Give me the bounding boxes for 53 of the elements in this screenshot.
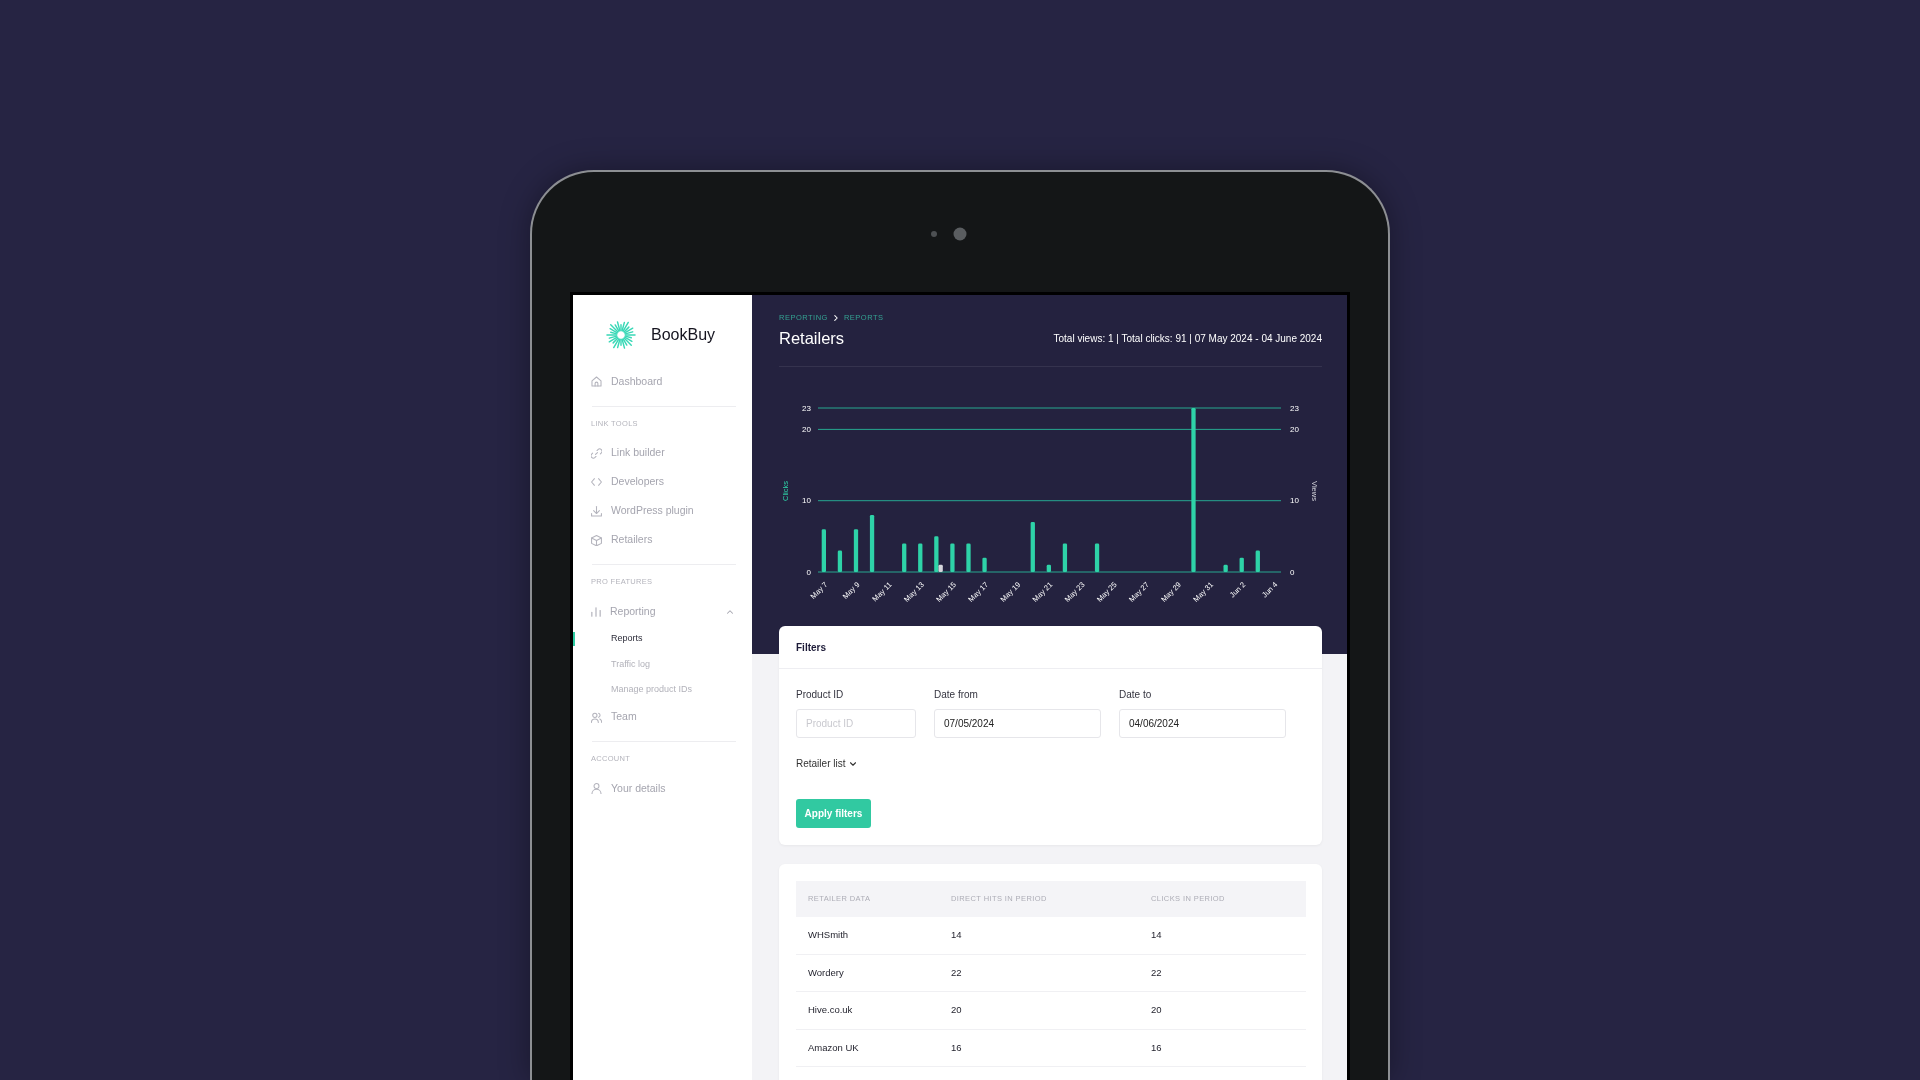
table-cell: 20: [1151, 1003, 1162, 1018]
nav-link[interactable]: Your details: [573, 774, 752, 803]
tick-label: 0: [1290, 567, 1295, 577]
table-cell: 14: [951, 928, 962, 943]
table-cell: 22: [1151, 965, 1162, 980]
table-cell: Amazon UK: [808, 1040, 859, 1055]
field-label: Date from: [934, 689, 979, 701]
nav-link[interactable]: Reporting: [573, 597, 752, 626]
table-cell: 16: [951, 1040, 962, 1055]
field-label: Date to: [1119, 689, 1153, 701]
page-title: Retailers: [779, 328, 845, 348]
tick-label: 23: [1290, 403, 1299, 413]
table-cell: WHSmith: [808, 928, 849, 943]
nav-link[interactable]: Dashboard: [573, 367, 752, 396]
tick-label: 20: [802, 425, 811, 435]
person-icon: [591, 783, 602, 794]
table-cell: 16: [1151, 1040, 1162, 1055]
nav-link[interactable]: Team: [573, 702, 752, 732]
input-field[interactable]: 07/05/2024: [934, 709, 1101, 738]
tick-label: 20: [1290, 425, 1299, 435]
camera-icon: [930, 227, 967, 241]
chevron-right-icon: [833, 315, 838, 321]
table-cell: Wordery: [808, 965, 844, 980]
nav-link[interactable]: Link builder: [573, 438, 752, 468]
card-title: Filters: [796, 640, 826, 655]
tick-label: 23: [802, 403, 811, 413]
field-label: Product ID: [796, 689, 845, 701]
house-icon: [591, 376, 602, 387]
nav-sublink[interactable]: Traffic log: [573, 651, 752, 677]
cube-icon: [591, 534, 602, 546]
table-cell: 14: [1151, 928, 1162, 943]
nav-link[interactable]: Retailers: [573, 525, 752, 555]
link-icon: [591, 447, 602, 459]
brand-name: BookBuy: [651, 325, 716, 345]
bar-chart-icon: [591, 606, 601, 617]
table-cell: Hive.co.uk: [808, 1003, 853, 1018]
table-cell: 22: [951, 965, 962, 980]
tick-label: 10: [1290, 496, 1299, 506]
tick-label: 0: [806, 567, 811, 577]
summary-text: Total views: 1 | Total clicks: 91 | 07 May 2024 - 04 June 2024: [1053, 331, 1322, 346]
download-icon: [591, 505, 602, 517]
apply-button[interactable]: Apply filters: [796, 799, 871, 828]
nav-link[interactable]: WordPress plugin: [573, 496, 752, 526]
nav-link[interactable]: Developers: [573, 467, 752, 497]
code-icon: [591, 478, 602, 486]
people-icon: [591, 711, 602, 723]
chevron-down-icon: [850, 762, 857, 766]
table-cell: 20: [951, 1003, 962, 1018]
sunburst-icon: [606, 320, 636, 350]
nav-sublink[interactable]: Manage product IDs: [573, 677, 752, 703]
tick-label: 10: [802, 496, 811, 506]
input-field[interactable]: 04/06/2024: [1119, 709, 1286, 738]
dropdown-toggle[interactable]: Retailer list: [796, 758, 857, 770]
